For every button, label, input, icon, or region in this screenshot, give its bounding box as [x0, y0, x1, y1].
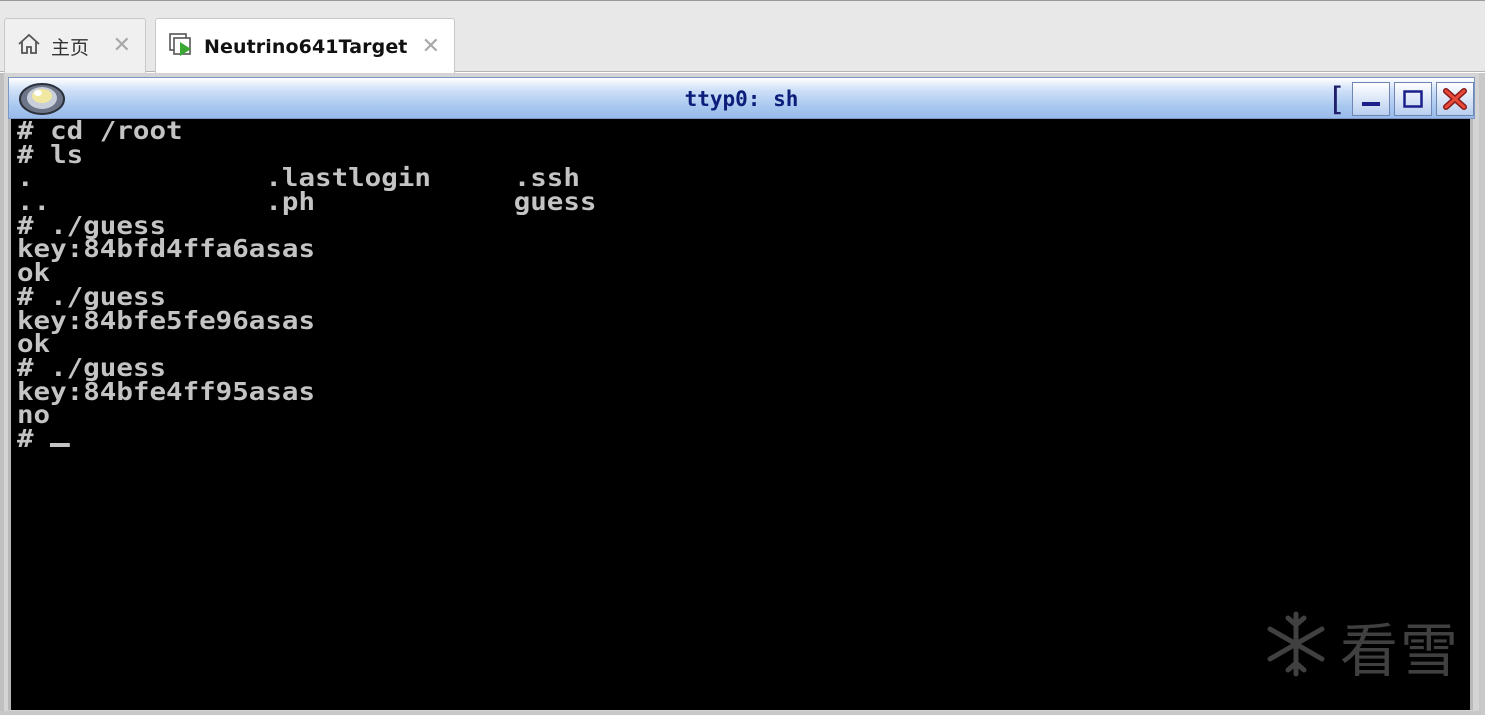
terminal-line: no [17, 400, 51, 430]
home-icon [17, 32, 41, 60]
terminal-cursor [50, 442, 70, 447]
close-icon [1443, 88, 1467, 110]
minimize-icon [1362, 102, 1380, 106]
terminal-line: key:84bfe4ff95asas [17, 376, 316, 406]
tab-home[interactable]: 主页 ✕ [4, 18, 146, 73]
minimize-button[interactable] [1352, 82, 1390, 116]
tab-home-close-icon[interactable]: ✕ [113, 35, 131, 57]
tab-neutrino641target[interactable]: Neutrino641Target ✕ [155, 18, 455, 74]
snowflake-icon [1262, 610, 1330, 682]
watermark-text: 看雪 [1339, 617, 1460, 685]
maximize-button[interactable] [1394, 82, 1432, 116]
window-buttons: [ [1327, 80, 1474, 118]
window-title: ttyp0: sh [684, 87, 799, 111]
window-titlebar[interactable]: ttyp0: sh [ [8, 77, 1475, 119]
terminal-line: key:84bfe5fe96asas [17, 305, 316, 335]
app-root: 主页 ✕ Neutrino641Target ✕ ttyp0: sh [# c… [0, 0, 1485, 715]
tab-vm-label: Neutrino641Target [204, 35, 408, 58]
close-button[interactable] [1436, 82, 1474, 116]
terminal-prompt-line: # [17, 423, 596, 453]
window-buttons-bracket: [ [1326, 80, 1346, 118]
vm-play-icon [168, 31, 196, 63]
window-bottom-edge [0, 711, 1485, 715]
watermark: 看雪 [1262, 604, 1460, 688]
terminal-window: ttyp0: sh [# cd /root # ls . .lastlogin… [0, 73, 1485, 715]
tab-vm-close-icon[interactable]: ✕ [422, 35, 440, 58]
tab-home-label: 主页 [51, 36, 90, 59]
tab-bar: 主页 ✕ Neutrino641Target ✕ [0, 0, 1485, 74]
terminal-screen[interactable]: # cd /root # ls . .lastlogin .ssh .. .ph… [8, 119, 1473, 710]
terminal-prompt: # [17, 423, 51, 453]
terminal-line: key:84bfd4ffa6asas [17, 234, 316, 264]
terminal-output: # cd /root # ls . .lastlogin .ssh .. .ph… [17, 119, 596, 451]
maximize-icon [1403, 90, 1423, 108]
terminal-line: # cd /root [17, 119, 183, 145]
